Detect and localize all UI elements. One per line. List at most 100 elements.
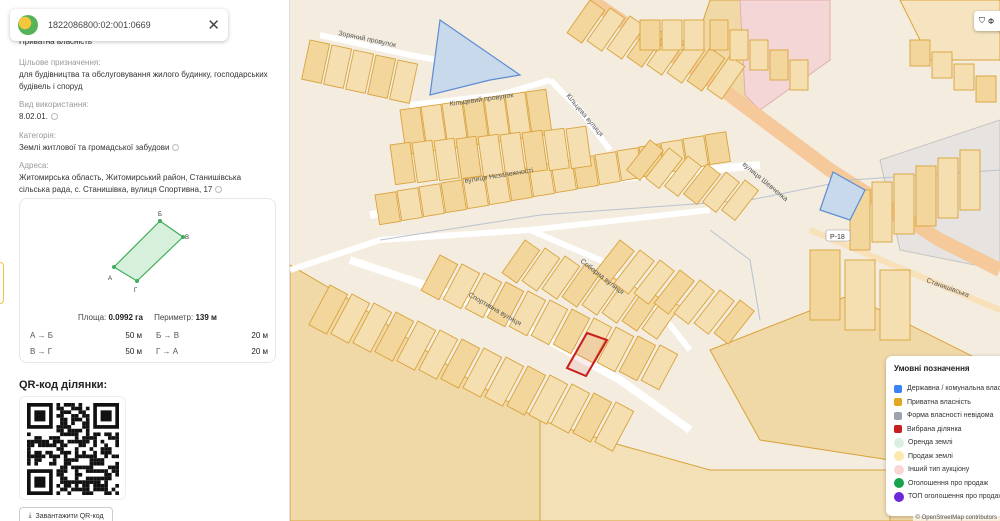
parcel-details: Приватна власність Цільове призначення: … xyxy=(19,37,274,196)
private-parcel xyxy=(789,59,809,91)
side-vg: В → Г 50 м xyxy=(30,347,142,356)
map-legend: Умовні позначення ‹ Державна / комунальн… xyxy=(886,356,1000,516)
legend-item: ТОП оголошення про продаж xyxy=(894,490,1000,503)
qr-title: QR-код ділянки: xyxy=(19,379,108,391)
filter-icon: ⛉ xyxy=(979,16,985,25)
legend-title: Умовні позначення xyxy=(894,364,970,373)
legend-item: Державна / комунальна власність xyxy=(894,382,1000,395)
private-parcel xyxy=(749,39,769,71)
vertex-label-b: Б xyxy=(158,212,162,218)
private-parcel xyxy=(769,49,789,81)
address-row: Житомирська область, Житомирський район,… xyxy=(19,172,274,195)
vertex-label-a: А xyxy=(108,276,112,282)
side-name: Б → В xyxy=(156,331,180,340)
side-lengths: А → Б 50 м Б → В 20 м В → Г 50 м Г → А 20 м xyxy=(30,331,268,363)
legend-item-label: Оренда землі xyxy=(908,439,953,446)
parcel-shape-card: Б В Г А Площа: 0.0992 га Периметр: 139 м… xyxy=(19,198,276,363)
area-label: Площа: xyxy=(78,313,107,322)
close-icon[interactable]: ✕ xyxy=(207,18,220,33)
private-parcel xyxy=(418,183,445,218)
state-parcel xyxy=(429,18,522,96)
perimeter-label: Периметр: xyxy=(154,313,194,322)
side-length: 20 м xyxy=(251,331,268,340)
private-parcel xyxy=(915,165,937,227)
side-bv: Б → В 20 м xyxy=(156,331,268,340)
road-shield-label: Р-18 xyxy=(830,234,845,241)
private-parcel xyxy=(440,179,467,214)
filter-button[interactable]: ⛉ Ф xyxy=(974,11,1000,31)
private-parcel xyxy=(809,249,841,321)
private-parcel xyxy=(704,131,731,166)
private-parcel xyxy=(959,149,981,211)
private-parcel xyxy=(871,181,893,243)
legend-item-label: Продаж землі xyxy=(908,452,953,460)
side-row: А → Б 50 м Б → В 20 м xyxy=(30,331,268,340)
private-parcel xyxy=(909,39,931,67)
legend-marker-icon xyxy=(894,478,904,488)
help-icon[interactable] xyxy=(50,113,58,121)
legend-item-label: Оголошення про продаж xyxy=(908,479,989,487)
map-attribution[interactable]: © OpenStreetMap contributors xyxy=(912,515,1000,521)
legend-marker-icon xyxy=(894,491,904,502)
cadastral-map[interactable]: Зоряний провулок Кільцевий провулок Кіль… xyxy=(290,0,1000,521)
legend-item: Оренда землі xyxy=(894,436,1000,449)
side-length: 50 м xyxy=(125,347,142,356)
legend-header: Умовні позначення ‹ xyxy=(894,364,1000,373)
usage-label: Вид використання: xyxy=(19,100,89,110)
side-row: В → Г 50 м Г → А 20 м xyxy=(30,347,268,356)
panel-collapse-tab[interactable] xyxy=(0,262,4,304)
legend-item: Інший тип аукціону xyxy=(894,463,1000,476)
copy-icon[interactable] xyxy=(215,185,223,193)
legend-item-label: Приватна власність xyxy=(907,398,971,406)
side-name: В → Г xyxy=(30,347,53,356)
private-parcel xyxy=(879,269,911,341)
legend-item: Приватна власність xyxy=(894,396,1000,409)
download-qr-label: Завантажити QR-код xyxy=(35,512,104,520)
legend-item-label: ТОП оголошення про продаж xyxy=(908,493,1000,500)
legend-swatch xyxy=(894,411,902,420)
legend-item: Форма власності невідома xyxy=(894,409,1000,422)
private-parcel xyxy=(953,63,975,91)
side-name: Г → А xyxy=(156,347,179,356)
category-row: Землі житлової та громадської забудови xyxy=(19,142,274,154)
purpose-value: для будівництва та обслуговування жилого… xyxy=(19,70,268,91)
download-qr-button[interactable]: ⤓ Завантажити QR-код xyxy=(19,507,113,521)
private-parcel xyxy=(374,191,401,226)
area-perimeter-line: Площа: 0.0992 га Периметр: 139 м xyxy=(20,313,275,322)
legend-item-label: Державна / комунальна власність xyxy=(907,385,1000,392)
legend-swatch xyxy=(894,398,902,406)
private-parcel xyxy=(594,151,621,186)
private-parcel xyxy=(844,259,876,331)
category-label: Категорія: xyxy=(19,130,56,140)
vertex-dot-g xyxy=(135,279,139,283)
cadastral-number: 1822086800:02:001:0669 xyxy=(48,20,151,30)
legend-marker-icon xyxy=(894,451,904,461)
side-length: 20 м xyxy=(251,347,268,356)
legend-item: Продаж землі xyxy=(894,450,1000,463)
address-label: Адреса: xyxy=(19,161,49,171)
private-parcel xyxy=(683,19,705,51)
legend-swatch xyxy=(894,384,902,393)
cadastral-search-bar[interactable]: 1822086800:02:001:0669 ✕ xyxy=(10,9,228,41)
vertex-label-g: Г xyxy=(134,288,138,294)
legend-item: Вибрана ділянка xyxy=(894,423,1000,436)
legend-marker-icon xyxy=(894,437,904,448)
private-parcel xyxy=(975,75,997,103)
side-name: А → Б xyxy=(30,331,54,340)
private-parcel xyxy=(709,19,729,51)
side-ab: А → Б 50 м xyxy=(30,331,142,340)
private-parcel xyxy=(893,173,915,235)
private-parcel xyxy=(661,19,683,51)
address-value: Житомирська область, Житомирський район,… xyxy=(19,173,242,194)
private-parcel xyxy=(396,187,423,222)
area-value: 0.0992 га xyxy=(108,313,143,322)
parcel-info-panel: 1822086800:02:001:0669 ✕ Приватна власні… xyxy=(0,0,290,521)
app-logo-icon xyxy=(18,15,38,35)
vertex-dot-a xyxy=(112,265,116,269)
side-ga: Г → А 20 м xyxy=(156,347,268,356)
help-icon[interactable] xyxy=(172,143,180,151)
app-root: 1822086800:02:001:0669 ✕ Приватна власні… xyxy=(0,0,1000,521)
filter-label: Ф xyxy=(988,16,995,26)
private-parcel xyxy=(521,129,548,174)
legend-item-label: Інший тип аукціону xyxy=(908,466,970,473)
